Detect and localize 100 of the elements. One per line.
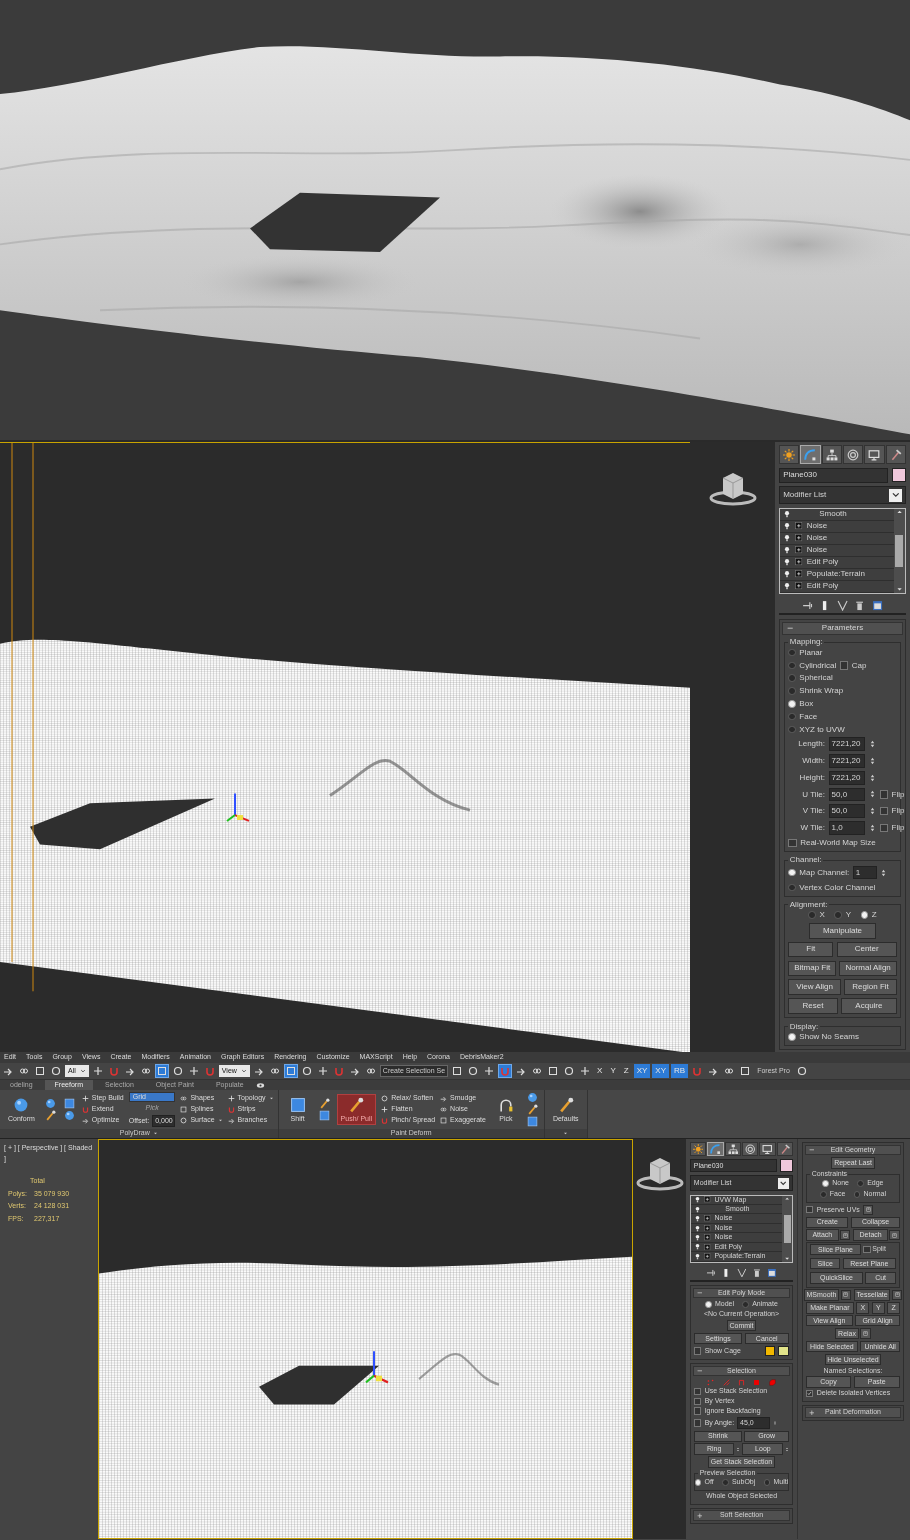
square-icon[interactable] [525, 1116, 540, 1127]
square-icon[interactable] [62, 1098, 77, 1109]
settings-button[interactable] [862, 1204, 874, 1216]
toolbar-button[interactable]: XY [633, 1064, 651, 1078]
radio-button[interactable] [788, 661, 796, 670]
checkbox[interactable] [806, 1389, 814, 1398]
toolbar-button[interactable]: RB [671, 1064, 689, 1078]
modifier-item[interactable]: Smooth [780, 508, 894, 521]
color-swatch[interactable] [764, 1345, 776, 1357]
number-field[interactable]: 50,0 [828, 804, 866, 819]
view-cube-icon[interactable] [707, 470, 758, 506]
magnet-icon[interactable] [498, 1064, 513, 1078]
radio-button[interactable] [808, 911, 816, 919]
pin-icon[interactable] [801, 599, 813, 611]
sphere-icon[interactable] [62, 1110, 77, 1121]
sphere-icon[interactable] [525, 1092, 540, 1103]
pin-icon[interactable] [705, 1267, 716, 1278]
number-field[interactable]: 7221,20 [828, 737, 866, 751]
curve-icon[interactable] [800, 445, 821, 465]
radio-button[interactable] [788, 712, 796, 721]
color-swatch[interactable] [778, 1345, 789, 1357]
hammer-icon[interactable] [885, 445, 906, 465]
radio-button[interactable] [763, 1479, 771, 1486]
checkbox[interactable] [863, 1246, 871, 1254]
number-field[interactable]: 1,0 [828, 821, 866, 835]
monitor-icon[interactable] [759, 1142, 776, 1156]
radio-button[interactable] [788, 1032, 796, 1041]
checkbox[interactable] [694, 1347, 702, 1355]
number-field[interactable]: 1 [852, 865, 877, 880]
settings-button[interactable] [891, 1289, 903, 1301]
checkbox[interactable] [694, 1407, 702, 1415]
trash-icon[interactable] [854, 599, 866, 611]
toolbar-button[interactable]: X [594, 1064, 606, 1078]
monitor-icon[interactable] [864, 445, 885, 465]
sun-icon[interactable] [690, 1142, 707, 1156]
number-field[interactable]: 7221,20 [828, 754, 866, 768]
configure-icon[interactable] [767, 1267, 778, 1278]
panel-button[interactable]: Bitmap Fit [788, 960, 837, 977]
sphere-icon[interactable] [43, 1098, 58, 1109]
configure-icon[interactable] [872, 599, 884, 611]
funnel-icon[interactable] [736, 1267, 747, 1278]
ring-icon[interactable] [742, 1142, 759, 1156]
radio-button[interactable] [694, 1479, 702, 1486]
checkbox[interactable] [694, 1419, 702, 1427]
ring-icon[interactable] [843, 445, 864, 465]
toolbar-button[interactable]: Z [620, 1064, 632, 1078]
checkbox[interactable] [806, 1206, 814, 1214]
view-cube-icon[interactable] [634, 1155, 685, 1191]
square-icon[interactable] [317, 1110, 332, 1121]
viewport[interactable] [0, 442, 690, 1052]
panel-button[interactable]: Acquire [841, 998, 897, 1014]
settings-button[interactable] [840, 1289, 851, 1301]
panel-button[interactable]: Fit [788, 941, 834, 958]
checkbox[interactable] [879, 807, 888, 816]
radio-button[interactable] [819, 1191, 827, 1198]
circle-icon[interactable] [49, 1064, 63, 1078]
viewport[interactable] [98, 1139, 633, 1539]
radio-button[interactable] [788, 700, 796, 708]
transform-gizmo-icon[interactable] [226, 792, 250, 822]
radio-button[interactable] [742, 1301, 750, 1308]
color-swatch[interactable] [891, 467, 906, 483]
checkbox[interactable] [694, 1387, 702, 1395]
panel-button[interactable]: View Align [788, 979, 842, 995]
square-icon[interactable] [283, 1064, 298, 1078]
panel-button[interactable]: Region Fit [844, 979, 897, 995]
panel-button[interactable]: Manipulate [809, 923, 876, 939]
color-swatch[interactable] [780, 1159, 793, 1172]
checkbox[interactable] [839, 661, 849, 670]
transform-gizmo-icon[interactable] [365, 1351, 389, 1384]
radio-button[interactable] [788, 725, 796, 734]
radio-button[interactable] [834, 911, 843, 919]
modifier-list-dropdown[interactable]: Modifier List [779, 486, 906, 505]
sun-icon[interactable] [779, 445, 800, 465]
toolbar-button[interactable]: Y [607, 1064, 619, 1078]
hammer-icon[interactable] [776, 1142, 793, 1156]
radio-button[interactable] [788, 883, 796, 892]
panel-button[interactable]: Normal Align [839, 960, 897, 977]
checkbox[interactable] [879, 790, 888, 799]
radio-button[interactable] [788, 648, 796, 657]
square-icon[interactable] [154, 1064, 169, 1078]
radio-button[interactable] [788, 687, 796, 695]
checkbox[interactable] [788, 838, 797, 847]
scrollbar[interactable] [782, 1195, 792, 1262]
radio-button[interactable] [822, 1180, 830, 1187]
panel-button[interactable]: Center [836, 941, 897, 958]
checkbox[interactable] [879, 823, 888, 833]
trash-icon[interactable] [752, 1267, 762, 1278]
square-icon[interactable] [33, 1064, 47, 1078]
radio-button[interactable] [788, 674, 796, 683]
toolbar-button[interactable]: XY [652, 1064, 669, 1078]
radio-button[interactable] [860, 911, 869, 919]
settings-button[interactable] [860, 1328, 871, 1339]
panel-button[interactable]: Reset [788, 998, 838, 1014]
name-field[interactable]: Plane030 [779, 467, 888, 483]
radio-button[interactable] [705, 1301, 712, 1308]
number-field[interactable]: 50,0 [828, 787, 866, 802]
radio-button[interactable] [853, 1191, 861, 1198]
eye-icon[interactable] [255, 1081, 265, 1090]
number-field[interactable]: 7221,20 [828, 770, 866, 785]
rollout-header[interactable]: Parameters [782, 621, 903, 635]
